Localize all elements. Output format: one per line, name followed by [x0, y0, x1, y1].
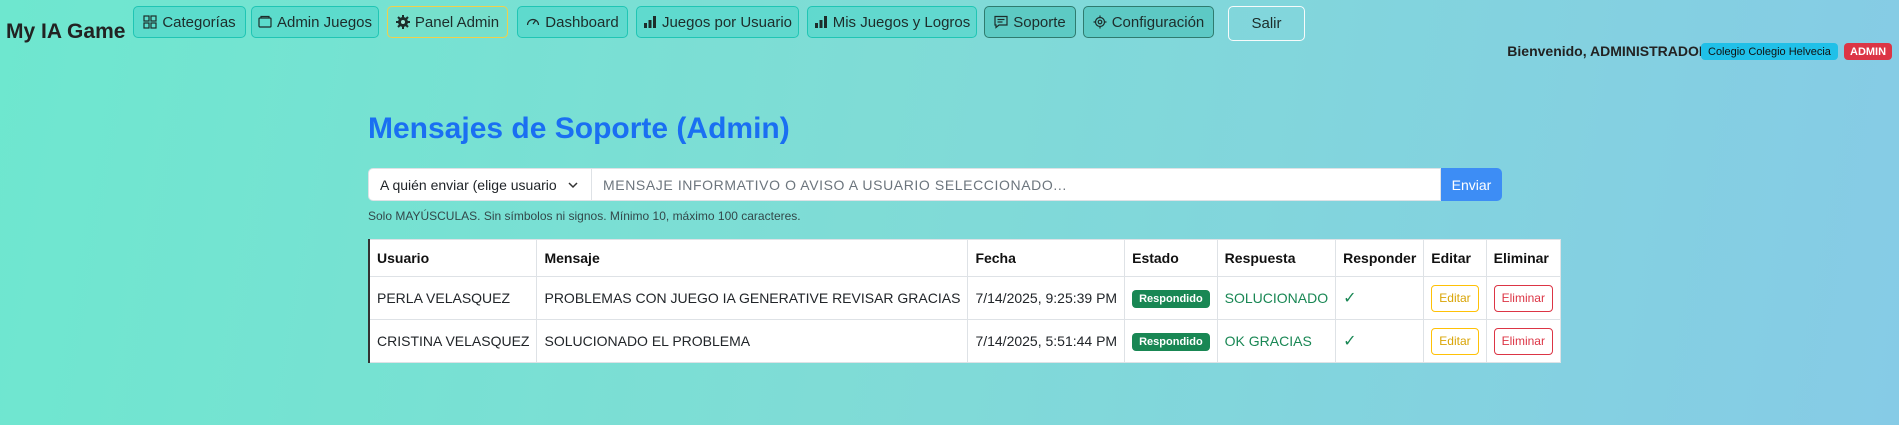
nav-label: Panel Admin [414, 13, 500, 31]
cell-eliminar: Eliminar [1485, 319, 1561, 363]
column-header: Respuesta [1216, 239, 1337, 277]
column-header: Fecha [967, 239, 1126, 277]
cell-estado: Respondido [1124, 276, 1218, 320]
check-icon: ✓ [1343, 290, 1357, 307]
nav-admin-juegos-button[interactable]: Admin Juegos [251, 6, 379, 38]
bar-chart-icon [643, 15, 657, 29]
gear-icon [1093, 15, 1107, 29]
nav-label: Juegos por Usuario [661, 13, 793, 31]
cell-usuario: CRISTINA VELASQUEZ [368, 319, 538, 363]
nav-label: Configuración [1111, 13, 1205, 31]
message-placeholder: MENSAJE INFORMATIVO O AVISO A USUARIO SE… [603, 176, 1067, 193]
recipient-select[interactable]: A quién enviar (elige usuario [368, 168, 592, 201]
cell-respuesta: SOLUCIONADO [1216, 276, 1337, 320]
nav-label: Dashboard [545, 13, 619, 31]
cell-fecha: 7/14/2025, 9:25:39 PM [967, 276, 1126, 320]
chat-icon [994, 15, 1008, 29]
brand-logo[interactable]: My IA Game [6, 20, 125, 44]
role-badge: ADMIN [1844, 43, 1893, 60]
nav-label: Salir [1251, 15, 1282, 32]
delete-button[interactable]: Eliminar [1493, 327, 1553, 355]
cell-editar: Editar [1423, 276, 1487, 320]
school-badge: Colegio Colegio Helvecia [1701, 43, 1838, 60]
gear-fill-icon [395, 15, 410, 29]
nav-label: Admin Juegos [276, 13, 373, 31]
cell-editar: Editar [1423, 319, 1487, 363]
table-row: PERLA VELASQUEZ PROBLEMAS CON JUEGO IA G… [368, 276, 1561, 320]
status-badge: Respondido [1132, 289, 1210, 308]
nav-panel-admin-button[interactable]: Panel Admin [387, 6, 508, 38]
send-button[interactable]: Enviar [1441, 168, 1502, 201]
form-hint: Solo MAYÚSCULAS. Sin símbolos ni signos.… [368, 209, 801, 223]
delete-button[interactable]: Eliminar [1493, 284, 1553, 312]
support-messages-table: Usuario Mensaje Fecha Estado Respuesta R… [368, 239, 1561, 363]
nav-juegos-por-usuario-button[interactable]: Juegos por Usuario [636, 6, 799, 38]
cell-eliminar: Eliminar [1485, 276, 1561, 320]
column-header: Mensaje [536, 239, 969, 277]
wallet-icon [258, 15, 272, 29]
table-header-row: Usuario Mensaje Fecha Estado Respuesta R… [368, 239, 1561, 277]
column-header: Usuario [368, 239, 538, 277]
cell-usuario: PERLA VELASQUEZ [368, 276, 538, 320]
nav-soporte-button[interactable]: Soporte [984, 6, 1076, 38]
column-header: Estado [1124, 239, 1218, 277]
welcome-text: Bienvenido, ADMINISTRADOR [1507, 43, 1709, 59]
cell-responder: ✓ [1335, 319, 1425, 363]
cell-responder: ✓ [1335, 276, 1425, 320]
edit-button[interactable]: Editar [1431, 284, 1479, 312]
column-header: Responder [1335, 239, 1425, 277]
logout-button[interactable]: Salir [1228, 6, 1305, 41]
speedometer-icon [526, 15, 540, 29]
edit-button[interactable]: Editar [1431, 327, 1479, 355]
status-badge: Respondido [1132, 332, 1210, 351]
column-header: Eliminar [1485, 239, 1561, 277]
check-icon: ✓ [1343, 333, 1357, 350]
chevron-down-icon [567, 178, 579, 190]
nav-configuracion-button[interactable]: Configuración [1083, 6, 1214, 38]
bar-chart-icon [814, 15, 828, 29]
send-message-form: A quién enviar (elige usuario MENSAJE IN… [368, 168, 1534, 201]
cell-mensaje: SOLUCIONADO EL PROBLEMA [536, 319, 969, 363]
cell-respuesta: OK GRACIAS [1216, 319, 1337, 363]
nav-label: Soporte [1013, 13, 1066, 31]
nav-mis-juegos-button[interactable]: Mis Juegos y Logros [807, 6, 977, 38]
nav-label: Mis Juegos y Logros [832, 13, 971, 31]
table-row: CRISTINA VELASQUEZ SOLUCIONADO EL PROBLE… [368, 319, 1561, 363]
cell-fecha: 7/14/2025, 5:51:44 PM [967, 319, 1126, 363]
nav-categorias-button[interactable]: Categorías [133, 6, 246, 38]
page-title: Mensajes de Soporte (Admin) [368, 112, 790, 145]
message-input[interactable]: MENSAJE INFORMATIVO O AVISO A USUARIO SE… [592, 168, 1441, 201]
cell-mensaje: PROBLEMAS CON JUEGO IA GENERATIVE REVISA… [536, 276, 969, 320]
column-header: Editar [1423, 239, 1487, 277]
cell-estado: Respondido [1124, 319, 1218, 363]
grid-icon [143, 15, 157, 29]
nav-dashboard-button[interactable]: Dashboard [517, 6, 628, 38]
recipient-select-value: A quién enviar (elige usuario [380, 176, 557, 193]
nav-label: Categorías [162, 13, 236, 31]
